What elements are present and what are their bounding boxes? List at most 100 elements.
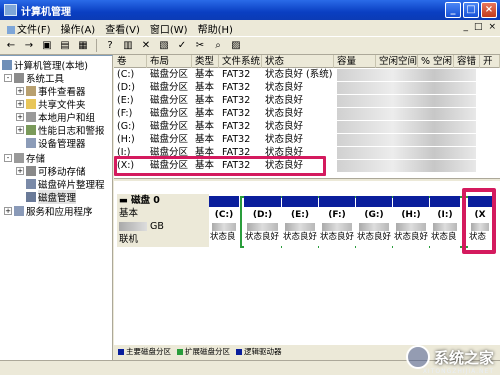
settings-icon[interactable]: ▨	[229, 39, 243, 52]
expand-icon[interactable]: +	[16, 112, 24, 121]
performance-icon	[26, 124, 36, 135]
highlight-box-partition-x	[462, 188, 496, 254]
tree-item-system-tools[interactable]: - 系统工具	[4, 71, 64, 85]
partition-c[interactable]: (C:) 状态良	[209, 196, 239, 248]
volume-list-header: 卷 布局 类型 文件系统 状态 容量 空闲空间 % 空闲 容错 开	[114, 55, 500, 68]
column-status[interactable]: 状态	[262, 55, 334, 68]
volume-status: 状态良好	[265, 134, 304, 145]
watermark: 系统之家	[405, 345, 494, 369]
volume-name: (F:)	[117, 108, 133, 119]
back-icon[interactable]: ←	[4, 39, 18, 52]
export-icon[interactable]: ✕	[139, 39, 153, 52]
redacted-value	[337, 134, 476, 146]
volume-row-f[interactable]: (F:) 磁盘分区 基本 FAT32 状态良好	[114, 107, 476, 120]
expand-icon[interactable]: +	[16, 99, 24, 108]
column-percent-free[interactable]: % 空闲	[418, 55, 454, 68]
menu-help[interactable]: 帮助(H)	[193, 21, 238, 36]
primary-partition-bar	[209, 196, 239, 207]
connect-icon[interactable]: ▧	[157, 39, 171, 52]
tree-item-local-users-groups[interactable]: + 本地用户和组	[16, 110, 95, 124]
disk-graphical-view: ▬ 磁盘 0 基本 GB 联机 (C:) 状态良 (D:) 状态良好 (E:) …	[114, 182, 500, 345]
tree-item-performance-logs[interactable]: + 性能日志和警报	[16, 123, 105, 137]
tree-item-event-viewer[interactable]: + 事件查看器	[16, 84, 86, 98]
tree-item-device-manager[interactable]: 设备管理器	[26, 136, 86, 150]
volume-filesystem: FAT32	[222, 121, 251, 132]
legend-extended: 扩展磁盘分区	[177, 346, 230, 357]
partition-f[interactable]: (F:) 状态良好	[319, 196, 355, 248]
menu-window[interactable]: 窗口(W)	[145, 21, 193, 36]
volume-row-e[interactable]: (E:) 磁盘分区 基本 FAT32 状态良好	[114, 94, 476, 107]
tree-item-shared-folders[interactable]: + 共享文件夹	[16, 97, 86, 111]
help-icon[interactable]: ?	[103, 39, 117, 52]
child-restore-button[interactable]: □	[474, 22, 483, 32]
column-fault-tolerance[interactable]: 容错	[454, 55, 480, 68]
minimize-button[interactable]: _	[445, 2, 461, 18]
maximize-button[interactable]: □	[463, 2, 479, 18]
up-icon[interactable]: ▣	[40, 39, 54, 52]
partition-i[interactable]: (I:) 状态良	[430, 196, 460, 248]
volume-capacity-redacted	[334, 94, 476, 107]
volume-layout: 磁盘分区	[150, 134, 189, 145]
expand-icon[interactable]: +	[16, 125, 24, 134]
redacted-value	[433, 223, 457, 231]
legend-logical: 逻辑驱动器	[236, 346, 282, 357]
volume-layout: 磁盘分区	[150, 82, 189, 93]
volume-capacity-redacted	[334, 68, 476, 81]
partition-g[interactable]: (G:) 状态良好	[356, 196, 392, 248]
title-bar: 计算机管理 _ □ ×	[0, 0, 500, 20]
partition-d[interactable]: (D:) 状态良好	[244, 196, 281, 248]
column-overhead[interactable]: 开	[480, 55, 500, 68]
check-icon[interactable]: ✓	[175, 39, 189, 52]
volume-row-d[interactable]: (D:) 磁盘分区 基本 FAT32 状态良好	[114, 81, 476, 94]
defrag-icon	[26, 178, 36, 189]
tree-item-disk-defragmenter[interactable]: 磁盘碎片整理程	[26, 177, 105, 191]
volume-row-h[interactable]: (H:) 磁盘分区 基本 FAT32 状态良好	[114, 133, 476, 146]
forward-icon[interactable]: →	[22, 39, 36, 52]
search-icon[interactable]: ⌕	[211, 39, 225, 52]
column-layout[interactable]: 布局	[147, 55, 192, 68]
volume-filesystem: FAT32	[222, 95, 251, 106]
disk-0-info[interactable]: ▬ 磁盘 0 基本 GB 联机	[117, 194, 209, 247]
volume-status: 状态良好	[265, 108, 304, 119]
tree-item-services-applications[interactable]: + 服务和应用程序	[4, 204, 93, 218]
expand-icon[interactable]: +	[16, 86, 24, 95]
redacted-value	[322, 223, 352, 231]
column-free-space[interactable]: 空闲空间	[376, 55, 418, 68]
collapse-icon[interactable]: -	[4, 153, 12, 162]
delete-icon[interactable]: ✂	[193, 39, 207, 52]
column-capacity[interactable]: 容量	[334, 55, 376, 68]
disk-type: 基本	[119, 208, 139, 219]
tree-item-storage[interactable]: - 存储	[4, 151, 45, 165]
toolbar: ← → ▣ ▤ ▦ ? ▥ ✕ ▧ ✓ ✂ ⌕ ▨	[0, 37, 500, 55]
refresh-icon[interactable]: ▥	[121, 39, 135, 52]
partition-letter: (E:)	[291, 210, 309, 220]
partition-h[interactable]: (H:) 状态良好	[393, 196, 429, 248]
column-volume[interactable]: 卷	[114, 55, 147, 68]
collapse-icon[interactable]: -	[4, 73, 12, 82]
expand-icon[interactable]: +	[4, 206, 12, 215]
redacted-value	[337, 147, 476, 159]
properties-icon[interactable]: ▦	[76, 39, 90, 52]
child-minimize-button[interactable]: _	[463, 22, 468, 32]
tree-item-computer-management[interactable]: 计算机管理(本地)	[2, 58, 88, 72]
partition-status: 状态良好	[245, 232, 280, 242]
tree-item-removable-storage[interactable]: + 可移动存储	[16, 164, 86, 178]
menu-action[interactable]: 操作(A)	[56, 21, 101, 36]
partition-status: 状态良好	[320, 232, 355, 242]
partition-status: 状态良好	[394, 232, 429, 242]
device-manager-icon	[26, 137, 36, 148]
partition-e[interactable]: (E:) 状态良好	[282, 196, 318, 248]
menu-view[interactable]: 查看(V)	[100, 21, 145, 36]
column-type[interactable]: 类型	[192, 55, 219, 68]
column-filesystem[interactable]: 文件系统	[219, 55, 262, 68]
volume-row-c[interactable]: (C:) 磁盘分区 基本 FAT32 状态良好 (系统)	[114, 68, 476, 81]
child-close-button[interactable]: ×	[488, 22, 496, 32]
tree-item-disk-management[interactable]: 磁盘管理	[26, 189, 77, 204]
redacted-value	[285, 223, 315, 231]
close-button[interactable]: ×	[481, 2, 497, 18]
menu-file[interactable]: 文件(F)	[2, 21, 56, 36]
expand-icon[interactable]: +	[16, 166, 24, 175]
show-tree-icon[interactable]: ▤	[58, 39, 72, 52]
volume-filesystem: FAT32	[222, 82, 251, 93]
volume-row-g[interactable]: (G:) 磁盘分区 基本 FAT32 状态良好	[114, 120, 476, 133]
